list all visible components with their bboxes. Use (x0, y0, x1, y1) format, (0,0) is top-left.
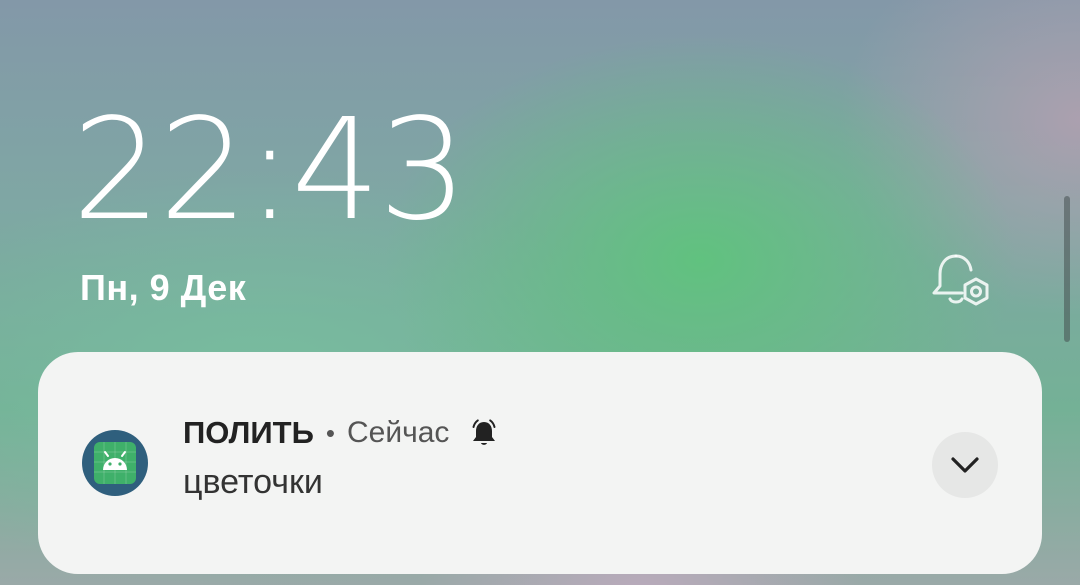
lockscreen-date: Пн, 9 Дек (80, 267, 247, 308)
bell-settings-icon[interactable] (928, 252, 994, 312)
notification-card[interactable]: ПОЛИТЬ • Сейчас цветочки (38, 352, 1042, 574)
notification-timestamp: Сейчас (346, 416, 450, 449)
lockscreen-clock: 22:43 (72, 89, 467, 252)
notification-app-name: ПОЛИТЬ (183, 415, 314, 450)
bell-alert-icon (472, 419, 496, 445)
chevron-down-icon (951, 457, 979, 473)
notification-message: цветочки (183, 463, 323, 501)
scrollbar[interactable] (1064, 196, 1070, 342)
android-app-icon (82, 430, 148, 496)
notification-header: ПОЛИТЬ • Сейчас (183, 412, 499, 454)
expand-button[interactable] (932, 432, 998, 498)
header-separator: • (325, 417, 335, 448)
